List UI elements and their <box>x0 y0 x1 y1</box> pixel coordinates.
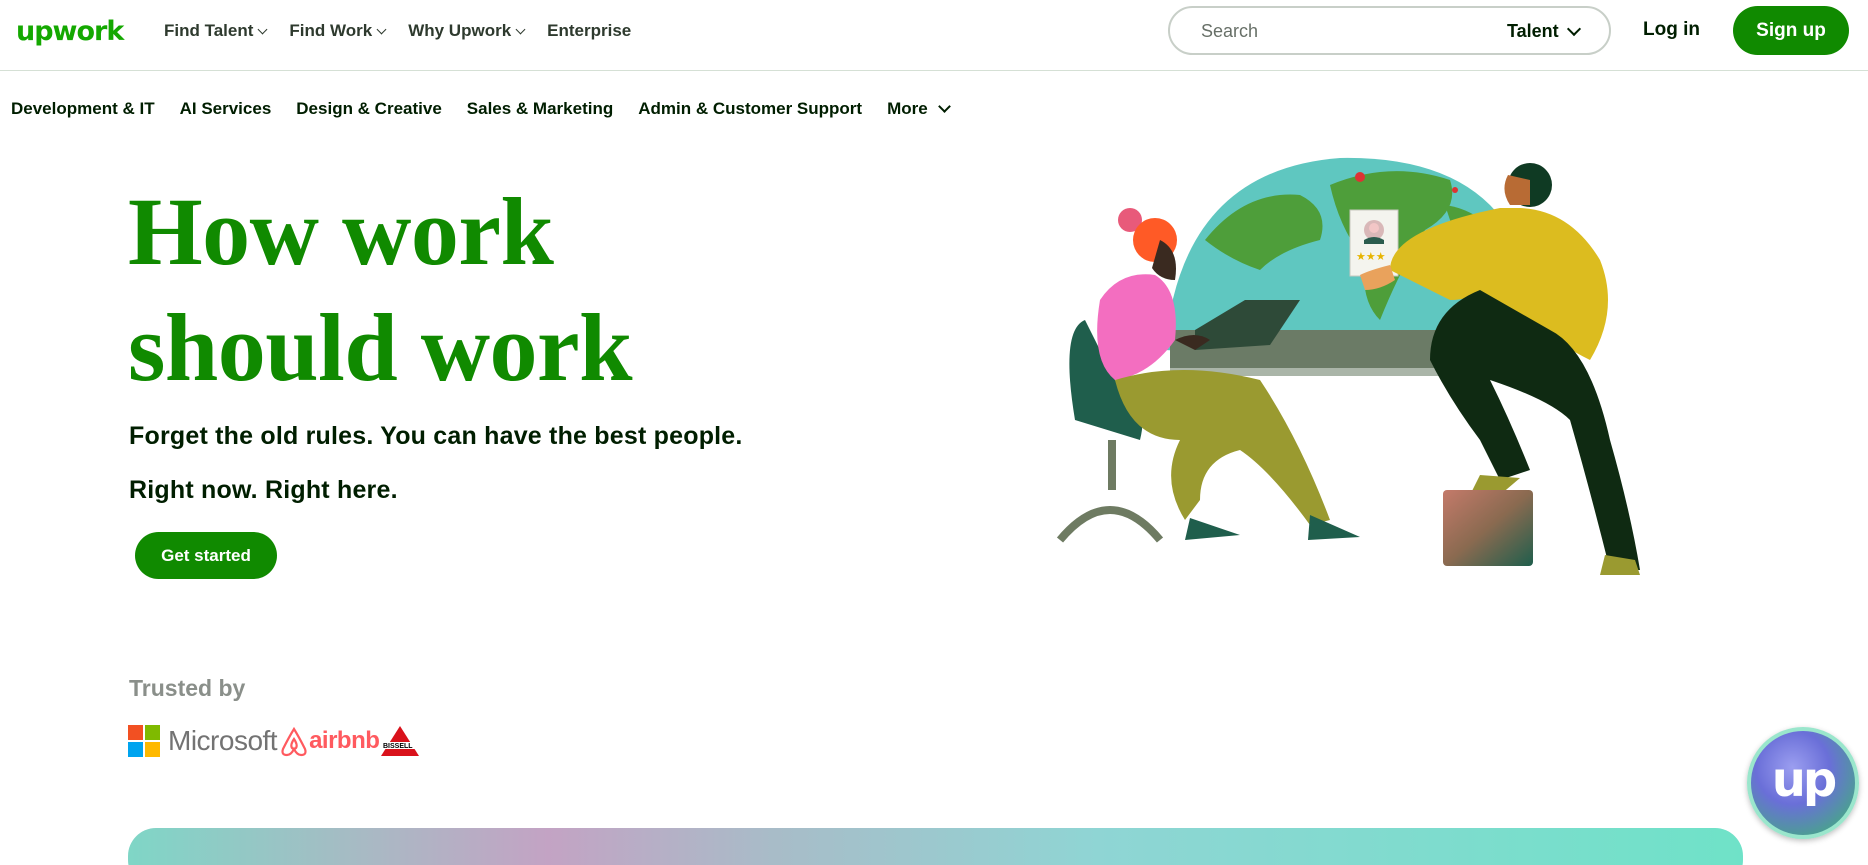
search-placeholder: Search <box>1201 21 1259 41</box>
nav-enterprise-label: Enterprise <box>547 21 632 40</box>
chevron-down-icon <box>376 24 387 34</box>
category-admin-support[interactable]: Admin & Customer Support <box>638 99 862 119</box>
microsoft-logo-icon <box>128 725 160 757</box>
get-started-button[interactable]: Get started <box>135 532 277 579</box>
airbnb-logo-text: airbnb <box>309 727 380 754</box>
chat-assistant-label: up <box>1771 752 1838 808</box>
upwork-logo[interactable]: upwork <box>16 16 124 47</box>
search-scope-label: Talent <box>1507 21 1559 41</box>
hero-title: How work should work <box>128 174 748 406</box>
nav-why-upwork-label: Why Upwork <box>408 21 512 40</box>
trusted-by-heading: Trusted by <box>129 675 246 701</box>
nav-find-work[interactable]: Find Work <box>289 20 387 42</box>
chevron-down-icon <box>515 24 526 34</box>
chat-assistant-button[interactable]: up <box>1747 727 1859 839</box>
nav-find-talent-label: Find Talent <box>164 21 254 40</box>
trusted-logos: Microsoft airbnb BISSELL <box>128 723 421 759</box>
category-design-creative[interactable]: Design & Creative <box>296 99 442 119</box>
hero-subtitle-line-2: Right now. Right here. <box>129 476 398 504</box>
hero-illustration: ★★★ <box>1056 157 1640 575</box>
category-sales-marketing[interactable]: Sales & Marketing <box>467 99 613 119</box>
promo-banner <box>128 828 1743 865</box>
bissell-logo: BISSELL <box>379 724 421 758</box>
search-scope-dropdown[interactable]: Talent <box>1507 21 1581 42</box>
chevron-down-icon <box>1566 21 1581 36</box>
category-nav: Development & IT AI Services Design & Cr… <box>11 99 974 119</box>
nav-find-talent[interactable]: Find Talent <box>164 20 268 42</box>
category-development-it[interactable]: Development & IT <box>11 99 155 119</box>
svg-text:★★★: ★★★ <box>1356 250 1386 263</box>
category-more-label: More <box>887 99 928 118</box>
chevron-down-icon <box>257 24 268 34</box>
main-nav: Find Talent Find Work Why Upwork Enterpr… <box>164 20 654 42</box>
bissell-icon: BISSELL <box>381 726 420 756</box>
nav-enterprise[interactable]: Enterprise <box>547 20 631 42</box>
signup-button[interactable]: Sign up <box>1733 6 1849 55</box>
login-link[interactable]: Log in <box>1643 19 1700 41</box>
hero-title-line-2: should work <box>128 294 633 401</box>
category-more[interactable]: More <box>887 99 951 119</box>
microsoft-logo-text: Microsoft <box>168 725 278 756</box>
hero-subtitle-line-1: Forget the old rules. You can have the b… <box>129 422 743 450</box>
svg-text:BISSELL: BISSELL <box>383 743 413 750</box>
top-navigation-bar: upwork Find Talent Find Work Why Upwork … <box>0 0 1868 71</box>
airbnb-logo: airbnb <box>279 725 380 757</box>
chevron-down-icon <box>937 100 951 113</box>
search-input[interactable]: Search Talent <box>1168 6 1611 55</box>
nav-find-work-label: Find Work <box>289 21 373 40</box>
airbnb-icon <box>281 726 307 757</box>
nav-why-upwork[interactable]: Why Upwork <box>408 20 526 42</box>
category-ai-services[interactable]: AI Services <box>180 99 272 119</box>
hero-title-line-1: How work <box>128 178 554 285</box>
